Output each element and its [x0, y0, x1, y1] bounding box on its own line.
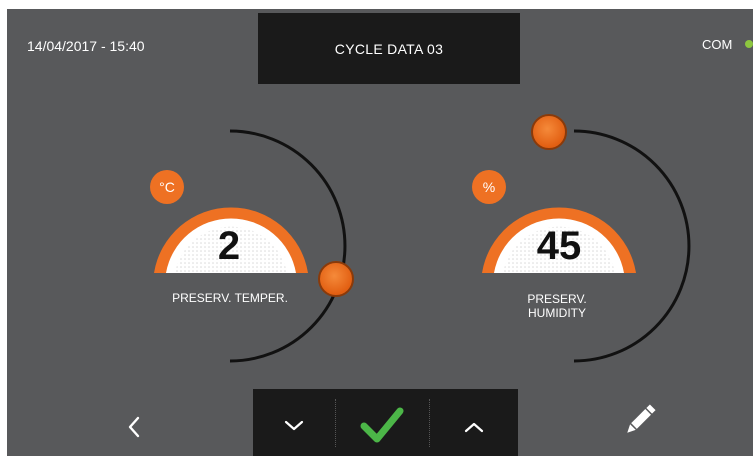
- temperature-label: PRESERV. TEMPER.: [172, 291, 288, 305]
- temperature-slider-knob[interactable]: [318, 261, 354, 297]
- screen: 14/04/2017 - 15:40 CYCLE DATA 03 COM °C …: [7, 9, 753, 456]
- increase-button[interactable]: [430, 389, 518, 456]
- chevron-down-icon: [284, 420, 304, 431]
- humidity-label-line2: HUMIDITY: [528, 306, 586, 320]
- pencil-icon: [627, 404, 656, 433]
- humidity-slider-knob[interactable]: [531, 114, 567, 150]
- temperature-value: 2: [217, 224, 241, 268]
- checkmark-icon: [360, 407, 404, 443]
- chevron-up-icon: [464, 422, 484, 433]
- humidity-value: 45: [536, 224, 582, 268]
- humidity-unit-badge: %: [472, 170, 506, 204]
- humidity-label: PRESERV. HUMIDITY: [467, 292, 647, 320]
- chevron-left-icon: [128, 416, 140, 438]
- decrease-button[interactable]: [253, 389, 335, 456]
- edit-button[interactable]: [619, 399, 661, 441]
- confirm-button[interactable]: [336, 389, 429, 456]
- back-button[interactable]: [119, 409, 149, 445]
- value-control-bar: [253, 389, 518, 456]
- humidity-label-line1: PRESERV.: [527, 292, 587, 306]
- temperature-unit-badge: °C: [150, 170, 184, 204]
